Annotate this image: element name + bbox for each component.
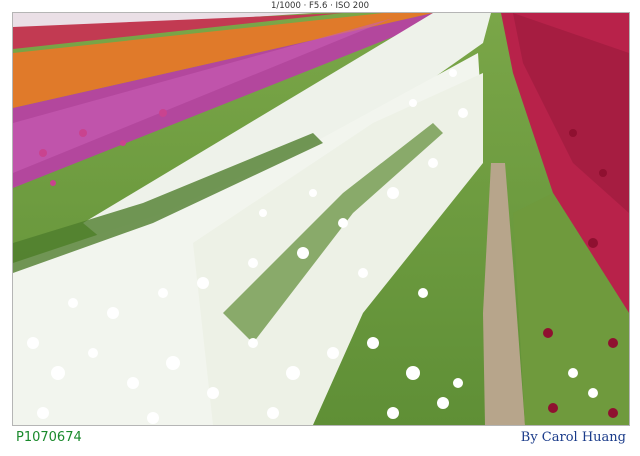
flower-field-photo [12, 12, 630, 426]
photo-credit: By Carol Huang [520, 430, 626, 445]
flower-field-illustration [13, 13, 629, 425]
exif-caption: 1/1000 · F5.6 · ISO 200 [270, 1, 370, 11]
photo-frame: 1/1000 · F5.6 · ISO 200 P1070674 By Caro… [0, 0, 640, 456]
photo-id: P1070674 [16, 430, 82, 445]
